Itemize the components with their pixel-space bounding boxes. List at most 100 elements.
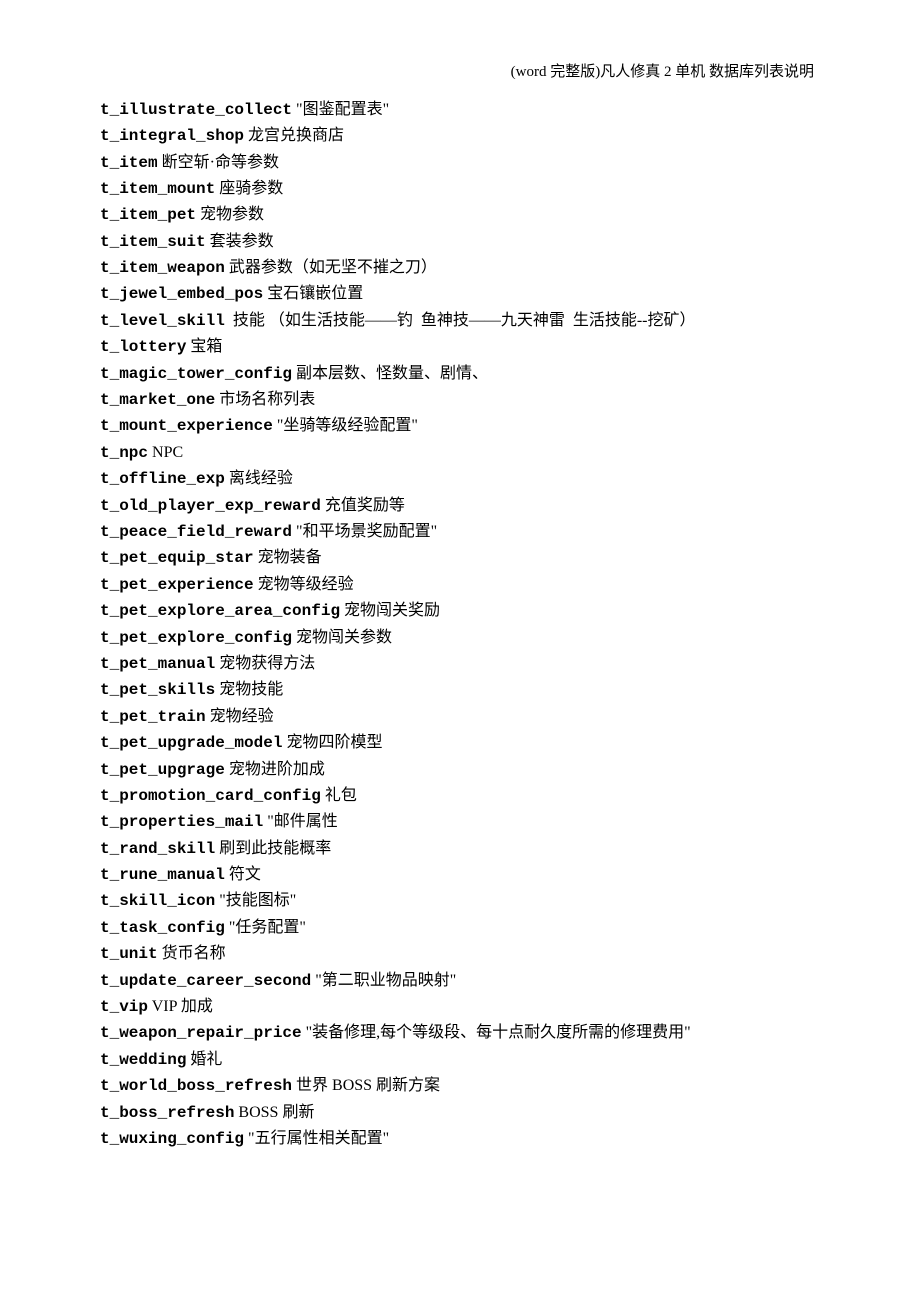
table-desc: 副本层数、怪数量、剧情、 (292, 365, 488, 382)
table-desc: "坐骑等级经验配置" (273, 417, 418, 434)
table-key: t_wedding (100, 1051, 186, 1069)
table-key: t_weapon_repair_price (100, 1024, 302, 1042)
table-desc: 礼包 (321, 787, 357, 804)
table-desc: 符文 (225, 866, 261, 883)
table-entry: t_boss_refresh BOSS 刷新 (100, 1100, 820, 1126)
table-entry: t_weapon_repair_price "装备修理,每个等级段、每十点耐久度… (100, 1020, 820, 1046)
table-key: t_unit (100, 945, 158, 963)
table-desc: 龙宫兑换商店 (244, 127, 344, 144)
table-desc: NPC (148, 444, 183, 461)
table-key: t_item_weapon (100, 259, 225, 277)
table-entry: t_item_weapon 武器参数（如无坚不摧之刀） (100, 255, 820, 281)
table-desc: 货币名称 (158, 945, 226, 962)
table-key: t_offline_exp (100, 470, 225, 488)
page-header: (word 完整版)凡人修真 2 单机 数据库列表说明 (100, 60, 820, 85)
table-desc: "五行属性相关配置" (244, 1130, 389, 1147)
table-entry: t_vip VIP 加成 (100, 994, 820, 1020)
table-desc: 宠物经验 (206, 708, 274, 725)
table-desc: 宠物参数 (196, 206, 264, 223)
table-entry: t_properties_mail "邮件属性 (100, 809, 820, 835)
table-desc: 婚礼 (186, 1051, 222, 1068)
table-entry: t_world_boss_refresh 世界 BOSS 刷新方案 (100, 1073, 820, 1099)
table-desc: 刷到此技能概率 (215, 840, 331, 857)
table-key: t_rand_skill (100, 840, 215, 858)
table-desc: 宠物进阶加成 (225, 761, 325, 778)
table-entry: t_level_skill 技能 （如生活技能——钓 鱼神技——九天神雷 生活技… (100, 308, 820, 334)
table-entry: t_pet_explore_area_config 宠物闯关奖励 (100, 598, 820, 624)
table-entry: t_peace_field_reward "和平场景奖励配置" (100, 519, 820, 545)
table-key: t_old_player_exp_reward (100, 497, 321, 515)
table-entry: t_magic_tower_config 副本层数、怪数量、剧情、 (100, 361, 820, 387)
table-key: t_item (100, 154, 158, 172)
table-key: t_lottery (100, 338, 186, 356)
table-entry: t_pet_skills 宠物技能 (100, 677, 820, 703)
table-key: t_pet_upgrade_model (100, 734, 282, 752)
table-key: t_magic_tower_config (100, 365, 292, 383)
table-desc: 宝石镶嵌位置 (263, 285, 363, 302)
table-key: t_item_mount (100, 180, 215, 198)
table-desc: 宠物闯关奖励 (340, 602, 440, 619)
table-key: t_peace_field_reward (100, 523, 292, 541)
table-key: t_skill_icon (100, 892, 215, 910)
table-desc: 座骑参数 (215, 180, 283, 197)
table-entry: t_jewel_embed_pos 宝石镶嵌位置 (100, 281, 820, 307)
table-entry: t_illustrate_collect "图鉴配置表" (100, 97, 820, 123)
table-key: t_world_boss_refresh (100, 1077, 292, 1095)
table-key: t_item_pet (100, 206, 196, 224)
table-key: t_properties_mail (100, 813, 263, 831)
table-entry: t_pet_explore_config 宠物闯关参数 (100, 625, 820, 651)
table-entry: t_item 断空斩·命等参数 (100, 150, 820, 176)
table-key: t_pet_equip_star (100, 549, 254, 567)
table-key: t_wuxing_config (100, 1130, 244, 1148)
table-entry: t_pet_manual 宠物获得方法 (100, 651, 820, 677)
table-key: t_pet_skills (100, 681, 215, 699)
table-key: t_vip (100, 998, 148, 1016)
table-key: t_task_config (100, 919, 225, 937)
table-key: t_level_skill (100, 312, 225, 330)
table-entry: t_wedding 婚礼 (100, 1047, 820, 1073)
table-entry: t_rune_manual 符文 (100, 862, 820, 888)
table-key: t_mount_experience (100, 417, 273, 435)
table-desc: 离线经验 (225, 470, 293, 487)
table-key: t_pet_train (100, 708, 206, 726)
table-entry: t_item_pet 宠物参数 (100, 202, 820, 228)
table-desc: 市场名称列表 (215, 391, 315, 408)
table-key: t_pet_upgrage (100, 761, 225, 779)
table-key: t_pet_explore_area_config (100, 602, 340, 620)
table-key: t_jewel_embed_pos (100, 285, 263, 303)
table-entry: t_mount_experience "坐骑等级经验配置" (100, 413, 820, 439)
table-key: t_pet_experience (100, 576, 254, 594)
table-entry: t_integral_shop 龙宫兑换商店 (100, 123, 820, 149)
table-desc: 套装参数 (206, 233, 274, 250)
table-entry: t_pet_upgrage 宠物进阶加成 (100, 757, 820, 783)
table-entry: t_offline_exp 离线经验 (100, 466, 820, 492)
table-key: t_pet_explore_config (100, 629, 292, 647)
table-desc: 技能 （如生活技能——钓 鱼神技——九天神雷 生活技能--挖矿） (225, 312, 696, 329)
table-desc: "第二职业物品映射" (311, 972, 456, 989)
table-desc: 宠物等级经验 (254, 576, 354, 593)
table-key: t_boss_refresh (100, 1104, 234, 1122)
table-key: t_item_suit (100, 233, 206, 251)
table-entry: t_rand_skill 刷到此技能概率 (100, 836, 820, 862)
table-key: t_update_career_second (100, 972, 311, 990)
table-desc: "邮件属性 (263, 813, 338, 830)
table-list: t_illustrate_collect "图鉴配置表"t_integral_s… (100, 97, 820, 1153)
table-entry: t_update_career_second "第二职业物品映射" (100, 968, 820, 994)
table-desc: VIP 加成 (148, 998, 213, 1015)
table-desc: 宠物获得方法 (215, 655, 315, 672)
table-desc: BOSS 刷新 (234, 1104, 314, 1121)
table-key: t_illustrate_collect (100, 101, 292, 119)
table-entry: t_item_mount 座骑参数 (100, 176, 820, 202)
document-page: (word 完整版)凡人修真 2 单机 数据库列表说明 t_illustrate… (0, 0, 920, 1252)
table-desc: 充值奖励等 (321, 497, 405, 514)
table-entry: t_pet_train 宠物经验 (100, 704, 820, 730)
table-desc: "图鉴配置表" (292, 101, 389, 118)
table-key: t_npc (100, 444, 148, 462)
table-desc: 宠物闯关参数 (292, 629, 392, 646)
table-desc: 宠物四阶模型 (282, 734, 382, 751)
table-entry: t_market_one 市场名称列表 (100, 387, 820, 413)
table-entry: t_unit 货币名称 (100, 941, 820, 967)
table-key: t_market_one (100, 391, 215, 409)
table-entry: t_old_player_exp_reward 充值奖励等 (100, 493, 820, 519)
table-entry: t_npc NPC (100, 440, 820, 466)
